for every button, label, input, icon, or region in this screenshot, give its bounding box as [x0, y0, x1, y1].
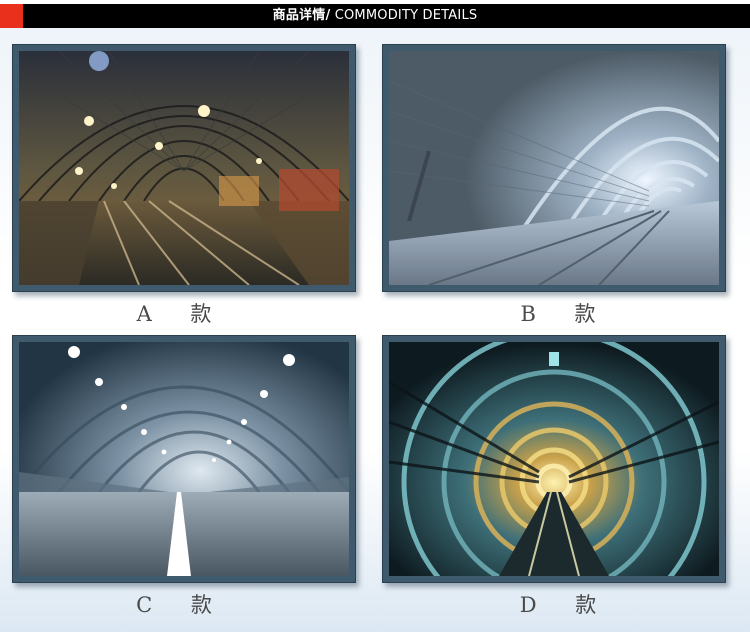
- section-header: 商品详情/ COMMODITY DETAILS: [0, 4, 750, 28]
- brick-tunnel-image: [389, 51, 719, 285]
- product-label-c: C 款: [136, 593, 228, 617]
- product-label-d: D 款: [519, 593, 613, 617]
- section-title-cn: 商品详情/: [272, 8, 331, 23]
- road-tunnel-image: [19, 342, 349, 576]
- train-station-image: [19, 51, 349, 285]
- section-title-en: COMMODITY DETAILS: [330, 8, 478, 23]
- product-frame-a[interactable]: [12, 44, 356, 292]
- product-frame-c[interactable]: [12, 335, 356, 583]
- product-label-b: B 款: [520, 302, 612, 326]
- product-frame-b[interactable]: [382, 44, 726, 292]
- product-label-a: A 款: [136, 302, 228, 326]
- product-frame-d[interactable]: [382, 335, 726, 583]
- subway-tunnel-image: [389, 342, 719, 576]
- section-title: 商品详情/ COMMODITY DETAILS: [0, 4, 750, 28]
